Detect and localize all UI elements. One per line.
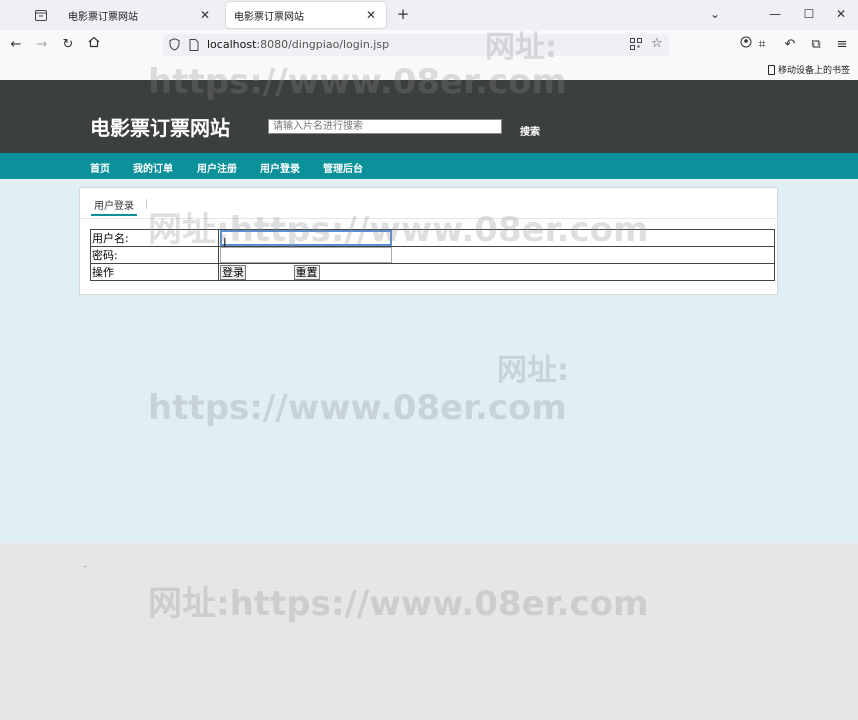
table-row: 密码: xyxy=(90,246,775,264)
login-button[interactable]: 登录 xyxy=(220,264,246,280)
nav-register[interactable]: 用户注册 xyxy=(197,160,237,175)
panel-divider xyxy=(80,218,777,219)
username-label: 用户名: xyxy=(90,229,219,247)
panel-tab-login[interactable]: 用户登录 xyxy=(91,197,137,216)
nav-my-orders[interactable]: 我的订单 xyxy=(133,160,173,175)
watermark-full: 网址:https://www.08er.com xyxy=(148,584,649,624)
maximize-icon[interactable]: ☐ xyxy=(794,4,824,24)
shield-icon[interactable] xyxy=(169,38,180,54)
site-logo: 电影票订票网站 xyxy=(90,116,230,140)
search-button[interactable]: 搜索 xyxy=(520,123,540,138)
username-cell xyxy=(218,229,775,247)
reset-button[interactable]: 重置 xyxy=(293,264,320,280)
back-icon[interactable]: ← xyxy=(6,36,26,54)
tab-separator xyxy=(146,199,147,209)
page-info-icon[interactable] xyxy=(189,39,199,54)
tab-title: 电影票订票网站 xyxy=(234,11,304,23)
search-input[interactable] xyxy=(268,119,502,134)
browser-tab-1[interactable]: 电影票订票网站 ✕ xyxy=(60,2,220,28)
home-icon[interactable] xyxy=(84,36,104,54)
mobile-bookmarks[interactable]: 移动设备上的书签 xyxy=(767,63,850,76)
site-header: 电影票订票网站 搜索 xyxy=(0,80,858,153)
extensions-icon[interactable]: ⧉ xyxy=(806,36,826,54)
window-close-icon[interactable]: ✕ xyxy=(826,4,856,24)
close-icon[interactable]: ✕ xyxy=(198,8,212,22)
forward-icon[interactable]: → xyxy=(32,36,52,54)
crop-icon[interactable]: ⌗ xyxy=(752,36,772,54)
undo-icon[interactable]: ↶ xyxy=(780,36,800,54)
url-path: :8080/dingpiao/login.jsp xyxy=(256,38,390,51)
nav-home[interactable]: 首页 xyxy=(90,160,110,175)
close-icon[interactable]: ✕ xyxy=(364,8,378,22)
password-label: 密码: xyxy=(90,246,219,264)
username-input[interactable] xyxy=(220,230,392,246)
tab-list-icon[interactable] xyxy=(30,5,52,25)
url-host: localhost xyxy=(207,38,257,51)
login-form-table: 用户名: 密码: 操作 登录 重置 xyxy=(90,229,775,281)
text-cursor-icon: I xyxy=(223,236,227,250)
browser-tab-bar: 电影票订票网站 ✕ 电影票订票网站 ✕ + ⌄ — ☐ ✕ xyxy=(0,0,858,30)
action-label: 操作 xyxy=(90,263,219,281)
new-tab-icon[interactable]: + xyxy=(394,5,412,23)
url-text: localhost:8080/dingpiao/login.jsp xyxy=(207,34,389,56)
table-row: 操作 登录 重置 xyxy=(90,263,775,281)
nav-admin[interactable]: 管理后台 xyxy=(323,160,363,175)
password-cell xyxy=(218,246,775,264)
bookmark-star-icon[interactable]: ☆ xyxy=(651,36,663,51)
nav-login[interactable]: 用户登录 xyxy=(260,160,300,175)
menu-icon[interactable]: ≡ xyxy=(832,36,852,54)
reload-icon[interactable]: ↻ xyxy=(58,36,78,54)
bookmarks-bar: 移动设备上的书签 xyxy=(0,60,858,80)
minimize-icon[interactable]: — xyxy=(760,4,790,24)
action-cell: 登录 重置 xyxy=(218,263,775,281)
footer-mark xyxy=(84,566,86,567)
chevron-down-icon[interactable]: ⌄ xyxy=(700,4,730,24)
phone-icon xyxy=(767,64,775,75)
table-row: 用户名: xyxy=(90,229,775,247)
tab-title: 电影票订票网站 xyxy=(68,11,138,23)
mobile-bookmarks-label: 移动设备上的书签 xyxy=(777,66,850,76)
url-bar[interactable]: localhost:8080/dingpiao/login.jsp ☆ xyxy=(163,34,669,56)
main-nav: 首页 我的订单 用户注册 用户登录 管理后台 xyxy=(0,153,858,179)
browser-tab-2[interactable]: 电影票订票网站 ✕ xyxy=(226,2,386,28)
password-input[interactable] xyxy=(220,247,392,263)
qr-code-icon[interactable] xyxy=(630,38,642,53)
